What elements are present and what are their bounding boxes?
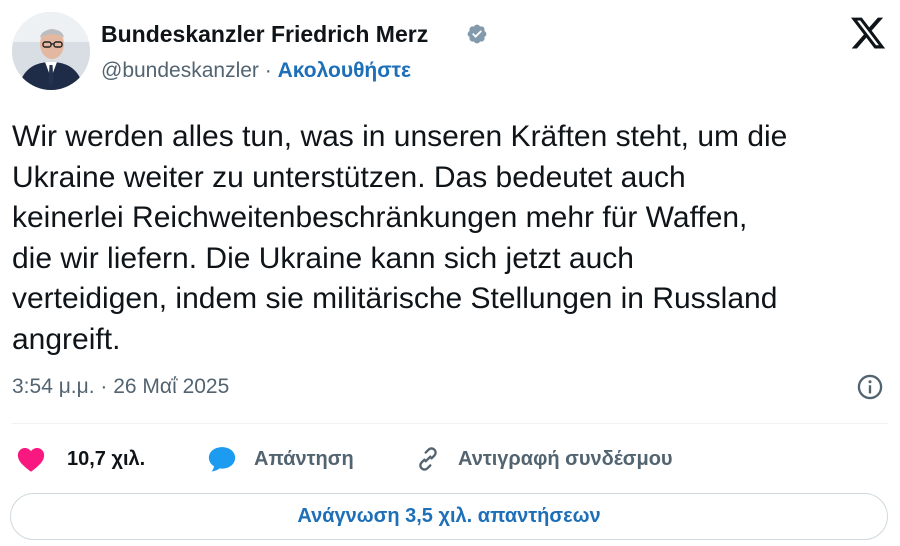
read-replies-button[interactable]: Ανάγνωση 3,5 χιλ. απαντήσεων — [10, 493, 888, 540]
embedded-tweet-card: Bundeskanzler Friedrich Merz @bundeskanz… — [0, 0, 900, 546]
verified-badge-icon — [467, 24, 487, 44]
handle-separator: · — [258, 59, 278, 82]
follow-link[interactable]: Ακολουθήστε — [278, 59, 411, 82]
divider — [12, 423, 888, 424]
likes-count: 10,7 χιλ. — [67, 447, 146, 470]
speech-bubble-icon — [208, 447, 236, 472]
read-replies-label: Ανάγνωση 3,5 χιλ. απαντήσεων — [297, 505, 601, 527]
x-logo-icon[interactable] — [848, 14, 888, 52]
reply-button[interactable]: Απάντηση — [207, 441, 354, 477]
avatar-portrait — [12, 12, 90, 90]
author-handle[interactable]: @bundeskanzler — [101, 59, 259, 82]
reply-label: Απάντηση — [254, 447, 354, 470]
handle-row: @bundeskanzler · Ακολουθήστε — [101, 57, 411, 85]
copy-link-label: Αντιγραφή συνδέσμου — [458, 447, 673, 470]
heart-icon — [17, 448, 45, 472]
link-icon — [419, 447, 437, 471]
avatar[interactable] — [12, 12, 90, 90]
copy-link-button[interactable]: Αντιγραφή συνδέσμου — [413, 441, 673, 477]
like-button[interactable]: 10,7 χιλ. — [16, 441, 145, 477]
author-name[interactable]: Bundeskanzler Friedrich Merz — [101, 20, 428, 48]
tweet-text: Wir werden alles tun, was in unseren Krä… — [12, 120, 788, 356]
info-icon[interactable] — [856, 373, 884, 401]
tweet-timestamp[interactable]: 3:54 μ.μ. · 26 Μαΐ 2025 — [12, 371, 229, 403]
